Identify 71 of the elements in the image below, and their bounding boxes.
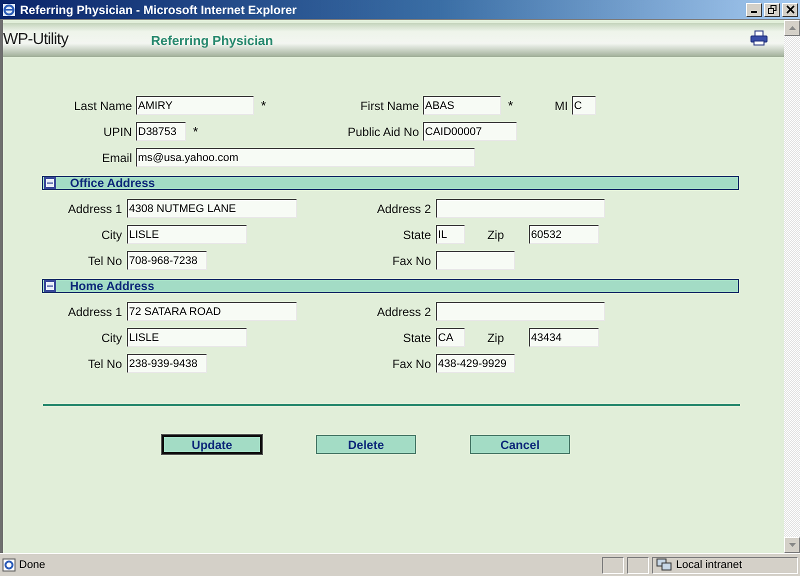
minimize-button[interactable] [746, 2, 762, 16]
text-field[interactable]: 708-968-7238 [127, 251, 207, 270]
text-field[interactable]: LISLE [127, 328, 247, 347]
field-label: Zip [486, 228, 505, 242]
field-label: Email [100, 150, 133, 164]
status-text: Done [19, 559, 46, 571]
field-label: City [100, 228, 123, 242]
text-field[interactable] [436, 302, 605, 321]
browser-icon [2, 2, 16, 16]
text-field[interactable]: CAID00007 [423, 122, 517, 141]
text-field[interactable]: 238-939-9438 [127, 354, 207, 373]
printer-icon[interactable] [750, 30, 768, 46]
text-field[interactable]: IL [436, 225, 465, 244]
text-field[interactable]: LISLE [127, 225, 247, 244]
close-icon [786, 5, 794, 14]
section-title: Office Address [70, 176, 155, 190]
field-label: Address 1 [66, 304, 123, 318]
text-field[interactable]: ABAS [423, 96, 501, 115]
field-label: Tel No [86, 356, 123, 370]
field-label: Address 1 [66, 202, 123, 216]
status-panel [627, 556, 649, 574]
text-field[interactable]: 72 SATARA ROAD [127, 302, 297, 321]
text-field[interactable]: 60532 [529, 225, 599, 244]
field-label: Fax No [391, 254, 432, 268]
action-button[interactable]: Delete [316, 435, 416, 454]
down-arrow-icon [788, 543, 796, 547]
field-label: Tel No [86, 254, 123, 268]
field-label: State [402, 228, 432, 242]
collapse-icon[interactable] [44, 177, 56, 189]
action-button[interactable]: Cancel [470, 435, 570, 454]
page-title: Referring Physician [151, 32, 274, 48]
text-field[interactable]: ms@usa.yahoo.com [136, 148, 475, 167]
up-arrow-icon [788, 26, 796, 30]
text-field[interactable] [436, 251, 515, 270]
field-label: First Name [359, 98, 420, 112]
text-field[interactable]: D38753 [136, 122, 186, 141]
scroll-down-button[interactable] [784, 537, 800, 553]
page-icon [2, 558, 16, 572]
scrollbar[interactable] [784, 20, 800, 553]
field-label: Fax No [391, 356, 432, 370]
network-icon [656, 558, 672, 572]
text-field[interactable]: 438-429-9929 [436, 354, 515, 373]
field-label: UPIN [102, 124, 133, 138]
close-button[interactable] [782, 2, 798, 16]
field-label: State [402, 330, 432, 344]
section-title: Home Address [70, 279, 154, 293]
scroll-up-button[interactable] [784, 20, 800, 36]
app-name: WP-Utility [3, 31, 70, 49]
required-mark: * [261, 98, 266, 113]
text-field[interactable]: AMIRY [136, 96, 254, 115]
text-field[interactable]: CA [436, 328, 465, 347]
action-button[interactable]: Update [162, 435, 262, 454]
window-title: Referring Physician - Microsoft Internet Explorer [20, 2, 298, 16]
required-mark: * [193, 124, 198, 139]
status-panel [602, 556, 624, 574]
text-field[interactable]: 43434 [529, 328, 599, 347]
field-label: Address 2 [376, 202, 432, 216]
required-mark: * [508, 98, 514, 113]
field-label: MI [554, 98, 569, 112]
restore-icon [768, 5, 776, 14]
text-field[interactable]: 4308 NUTMEG LANE [127, 199, 297, 218]
field-label: City [100, 330, 123, 344]
field-label: Last Name [72, 98, 133, 112]
restore-button[interactable] [764, 2, 780, 16]
field-label: Public Aid No [346, 124, 420, 138]
field-label: Address 2 [376, 304, 432, 318]
text-field[interactable] [436, 199, 605, 218]
zone-text: Local intranet [676, 559, 742, 571]
collapse-icon[interactable] [44, 280, 56, 292]
text-field[interactable]: C [572, 96, 596, 115]
field-label: Zip [486, 330, 505, 344]
